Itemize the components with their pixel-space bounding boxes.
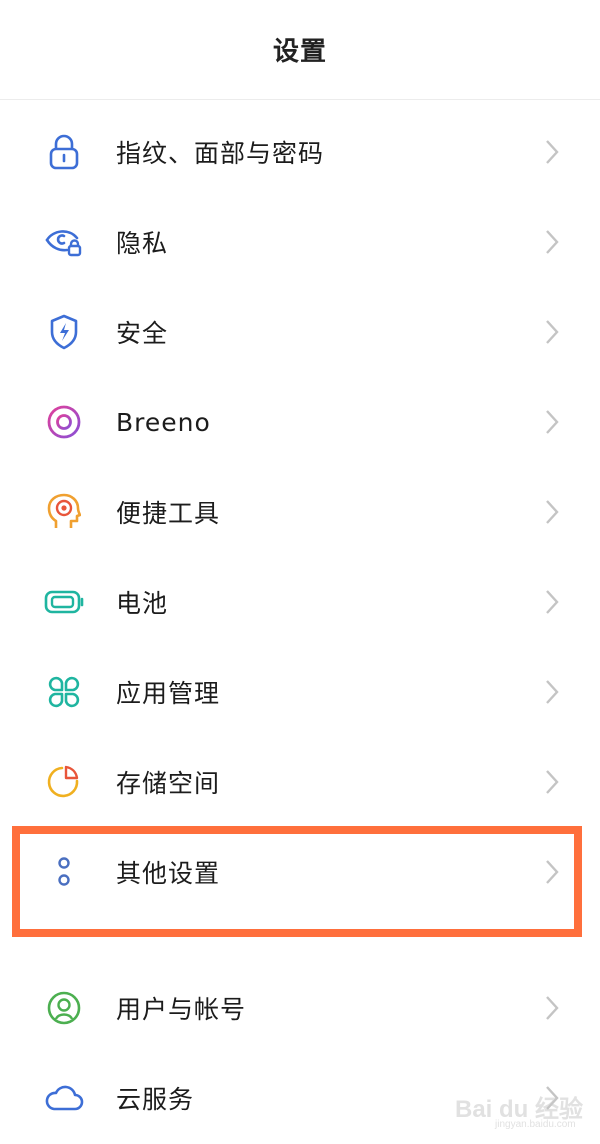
more-dots-icon bbox=[44, 852, 84, 892]
settings-item-battery[interactable]: 电池 bbox=[0, 557, 600, 647]
chevron-right-icon bbox=[542, 137, 562, 167]
chevron-right-icon bbox=[542, 497, 562, 527]
settings-item-label: 电池 bbox=[116, 589, 169, 618]
settings-item-other-settings[interactable]: 其他设置 bbox=[0, 827, 600, 917]
privacy-eye-icon bbox=[44, 222, 84, 262]
settings-item-app-management[interactable]: 应用管理 bbox=[0, 647, 600, 737]
chevron-right-icon bbox=[542, 767, 562, 797]
chevron-right-icon bbox=[542, 993, 562, 1023]
settings-item-label: 云服务 bbox=[116, 1085, 195, 1114]
page-title: 设置 bbox=[272, 37, 327, 67]
settings-item-privacy[interactable]: 隐私 bbox=[0, 197, 600, 287]
cloud-icon bbox=[44, 1078, 84, 1118]
settings-item-label: 应用管理 bbox=[116, 679, 221, 708]
chevron-right-icon bbox=[542, 587, 562, 617]
user-account-icon bbox=[44, 988, 84, 1028]
settings-header: 设置 bbox=[0, 0, 600, 100]
settings-item-label: 其他设置 bbox=[116, 859, 221, 888]
battery-icon bbox=[44, 582, 84, 622]
settings-item-label: 隐私 bbox=[116, 229, 169, 258]
shield-bolt-icon bbox=[44, 312, 84, 352]
baidu-jingyan-watermark: Bai du 经验 jingyan.baidu.com bbox=[455, 1075, 595, 1135]
storage-pie-icon bbox=[44, 762, 84, 802]
settings-item-label: 便捷工具 bbox=[116, 499, 221, 528]
chevron-right-icon bbox=[542, 677, 562, 707]
breeno-circle-icon bbox=[44, 402, 84, 442]
settings-item-label: 指纹、面部与密码 bbox=[116, 139, 325, 168]
four-leaf-grid-icon bbox=[44, 672, 84, 712]
settings-item-users-accounts[interactable]: 用户与帐号 bbox=[0, 963, 600, 1053]
chevron-right-icon bbox=[542, 227, 562, 257]
chevron-right-icon bbox=[542, 857, 562, 887]
settings-item-convenient-tools[interactable]: 便捷工具 bbox=[0, 467, 600, 557]
chevron-right-icon bbox=[542, 407, 562, 437]
settings-item-label: 用户与帐号 bbox=[116, 995, 247, 1024]
settings-item-label: 安全 bbox=[116, 319, 169, 348]
settings-item-label: Breeno bbox=[116, 407, 211, 437]
watermark-url: jingyan.baidu.com bbox=[495, 1119, 576, 1130]
settings-item-storage[interactable]: 存储空间 bbox=[0, 737, 600, 827]
lock-icon bbox=[44, 132, 84, 172]
settings-item-breeno[interactable]: Breeno bbox=[0, 377, 600, 467]
settings-item-fingerprint-face-password[interactable]: 指纹、面部与密码 bbox=[0, 107, 600, 197]
settings-item-security[interactable]: 安全 bbox=[0, 287, 600, 377]
chevron-right-icon bbox=[542, 317, 562, 347]
head-target-icon bbox=[44, 492, 84, 532]
settings-item-label: 存储空间 bbox=[116, 769, 221, 798]
